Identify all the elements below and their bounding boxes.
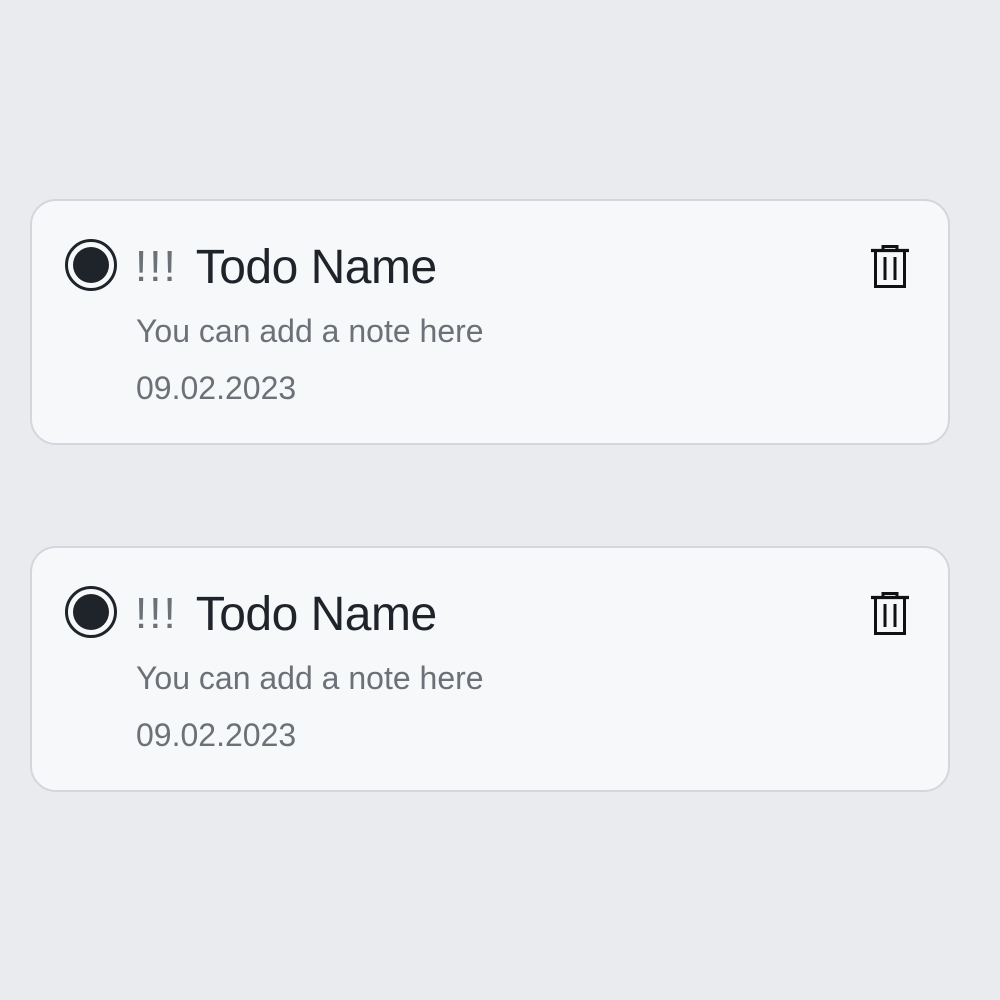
delete-button[interactable] (870, 245, 910, 289)
todo-title-row: !!! Todo Name (135, 586, 437, 642)
todo-status-radio[interactable] (65, 239, 117, 291)
trash-icon (871, 592, 909, 635)
todo-title-row: !!! Todo Name (135, 239, 437, 295)
todo-status-radio[interactable] (65, 586, 117, 638)
trash-icon (871, 245, 909, 288)
todo-card[interactable]: !!! Todo Name You can add a note here 09… (30, 199, 950, 445)
radio-dot-icon (73, 247, 109, 283)
todo-name[interactable]: Todo Name (196, 587, 437, 642)
todo-note[interactable]: You can add a note here (136, 660, 484, 697)
todo-date[interactable]: 09.02.2023 (136, 717, 296, 754)
todo-list: !!! Todo Name You can add a note here 09… (30, 199, 950, 893)
priority-indicator: !!! (135, 589, 178, 638)
todo-name[interactable]: Todo Name (196, 240, 437, 295)
todo-date[interactable]: 09.02.2023 (136, 370, 296, 407)
todo-card[interactable]: !!! Todo Name You can add a note here 09… (30, 546, 950, 792)
delete-button[interactable] (870, 592, 910, 636)
priority-indicator: !!! (135, 242, 178, 291)
radio-dot-icon (73, 594, 109, 630)
todo-note[interactable]: You can add a note here (136, 313, 484, 350)
